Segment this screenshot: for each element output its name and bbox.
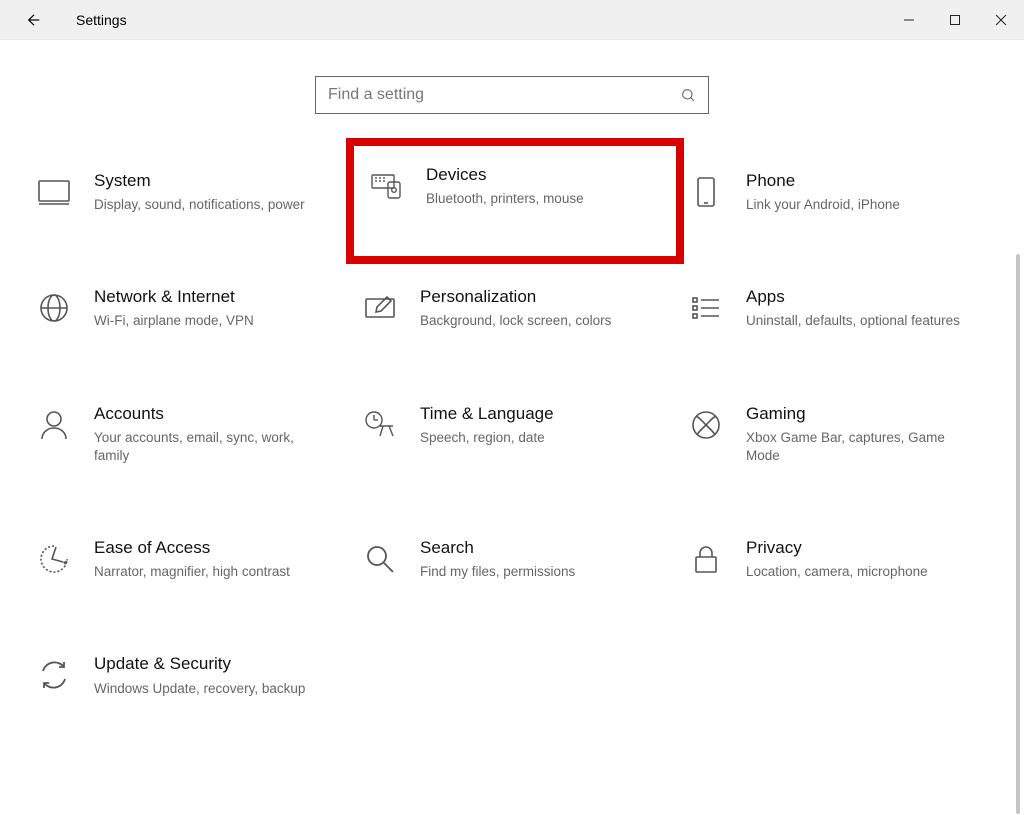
tile-title: Ease of Access (94, 537, 330, 559)
tile-desc: Narrator, magnifier, high contrast (94, 563, 330, 581)
tile-title: Apps (746, 286, 982, 308)
close-button[interactable] (978, 0, 1024, 40)
search-icon (680, 87, 696, 103)
personalization-icon (362, 290, 398, 326)
tile-privacy[interactable]: Privacy Location, camera, microphone (688, 531, 988, 587)
time-language-icon (362, 407, 398, 443)
scrollbar[interactable] (1016, 254, 1020, 814)
lock-icon (688, 541, 724, 577)
tile-title: System (94, 170, 330, 192)
tile-title: Time & Language (420, 403, 656, 425)
maximize-button[interactable] (932, 0, 978, 40)
system-icon (36, 174, 72, 210)
tile-time-language[interactable]: Time & Language Speech, region, date (362, 397, 662, 472)
tile-gaming[interactable]: Gaming Xbox Game Bar, captures, Game Mod… (688, 397, 988, 472)
gaming-icon (688, 407, 724, 443)
tile-desc: Background, lock screen, colors (420, 312, 656, 330)
search-box[interactable] (315, 76, 709, 114)
tile-accounts[interactable]: Accounts Your accounts, email, sync, wor… (36, 397, 336, 472)
search-container (0, 76, 1024, 114)
tile-phone[interactable]: Phone Link your Android, iPhone (688, 164, 988, 220)
accounts-icon (36, 407, 72, 443)
tile-desc: Bluetooth, printers, mouse (426, 190, 662, 208)
apps-icon (688, 290, 724, 326)
update-icon (36, 657, 72, 693)
tile-title: Phone (746, 170, 982, 192)
tile-devices[interactable]: Devices Bluetooth, printers, mouse (346, 138, 684, 264)
tile-desc: Uninstall, defaults, optional features (746, 312, 982, 330)
tile-network[interactable]: Network & Internet Wi-Fi, airplane mode,… (36, 280, 336, 336)
tile-title: Devices (426, 164, 662, 186)
tile-personalization[interactable]: Personalization Background, lock screen,… (362, 280, 662, 336)
tile-desc: Location, camera, microphone (746, 563, 982, 581)
search-input[interactable] (328, 86, 680, 104)
ease-of-access-icon (36, 541, 72, 577)
tile-update-security[interactable]: Update & Security Windows Update, recove… (36, 647, 336, 703)
titlebar: Settings (0, 0, 1024, 40)
minimize-button[interactable] (886, 0, 932, 40)
tile-system[interactable]: System Display, sound, notifications, po… (36, 164, 336, 220)
back-button[interactable] (24, 10, 44, 30)
window-title: Settings (76, 12, 127, 28)
tile-title: Search (420, 537, 656, 559)
tile-desc: Display, sound, notifications, power (94, 196, 330, 214)
tile-desc: Link your Android, iPhone (746, 196, 982, 214)
tile-desc: Your accounts, email, sync, work, family (94, 429, 330, 465)
tile-desc: Speech, region, date (420, 429, 656, 447)
tile-apps[interactable]: Apps Uninstall, defaults, optional featu… (688, 280, 988, 336)
tile-ease-of-access[interactable]: Ease of Access Narrator, magnifier, high… (36, 531, 336, 587)
tile-search[interactable]: Search Find my files, permissions (362, 531, 662, 587)
content-area: System Display, sound, notifications, po… (0, 40, 1024, 815)
tile-title: Update & Security (94, 653, 330, 675)
tile-title: Gaming (746, 403, 982, 425)
settings-tiles: System Display, sound, notifications, po… (0, 164, 1024, 704)
tile-desc: Find my files, permissions (420, 563, 656, 581)
tile-desc: Wi-Fi, airplane mode, VPN (94, 312, 330, 330)
tile-desc: Windows Update, recovery, backup (94, 680, 330, 698)
magnifier-icon (362, 541, 398, 577)
tile-title: Privacy (746, 537, 982, 559)
devices-icon (368, 168, 404, 204)
window-controls (886, 0, 1024, 40)
tile-title: Accounts (94, 403, 330, 425)
tile-title: Personalization (420, 286, 656, 308)
tile-title: Network & Internet (94, 286, 330, 308)
tile-desc: Xbox Game Bar, captures, Game Mode (746, 429, 982, 465)
phone-icon (688, 174, 724, 210)
globe-icon (36, 290, 72, 326)
